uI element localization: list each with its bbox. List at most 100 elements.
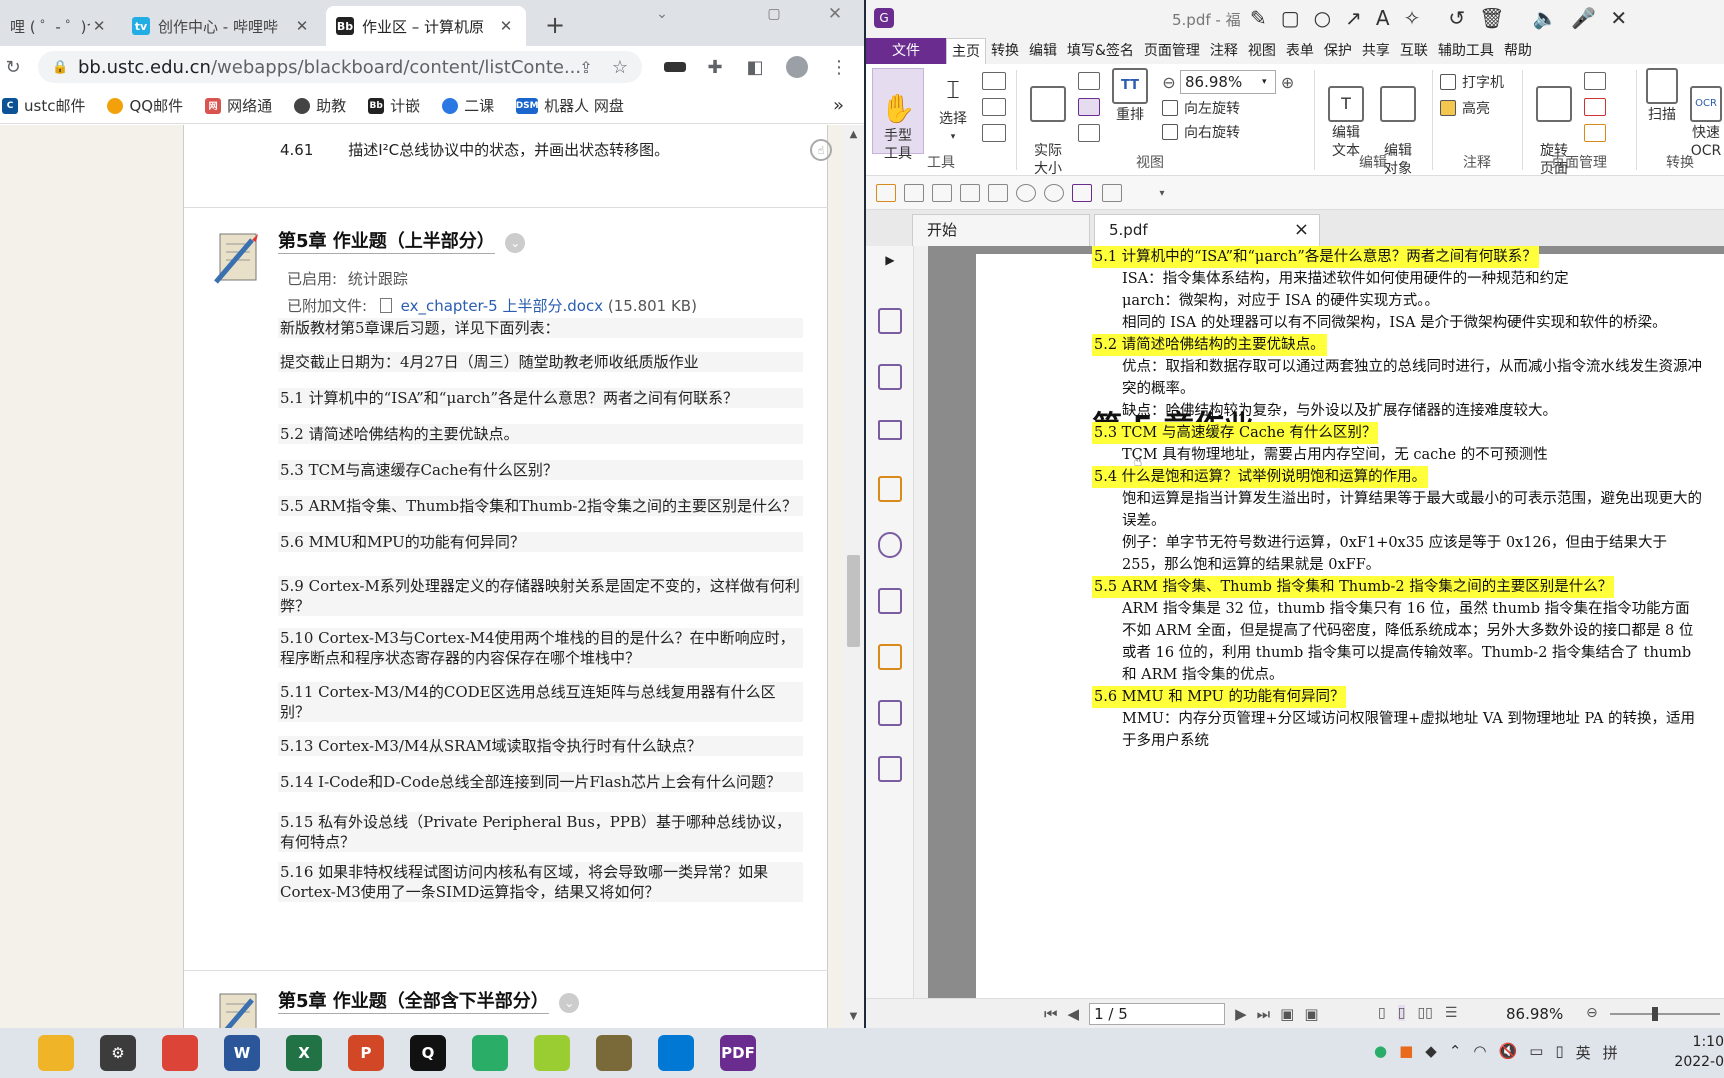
hidden-icons-icon[interactable]: ⌃ [1449, 1042, 1462, 1063]
fill-sign-icon[interactable] [878, 756, 902, 782]
lock-icon[interactable] [878, 644, 902, 670]
attachment-link[interactable]: ex_chapter-5 上半部分.docx [401, 297, 603, 315]
sidepanel-icon[interactable]: ◧ [740, 52, 770, 82]
zoom-out-icon[interactable]: ⊖ [1586, 1005, 1598, 1021]
text-icon[interactable]: A [1376, 6, 1390, 30]
tab-homework[interactable]: Bb 作业区 – 计算机原 ✕ [326, 6, 526, 46]
close-icon[interactable]: ✕ [496, 17, 516, 35]
zoom-slider-thumb[interactable] [1652, 1007, 1658, 1021]
address-bar[interactable]: 🔒 bb.ustc.edu.cn/webapps/blackboard/cont… [38, 51, 642, 83]
rectangle-icon[interactable]: ▢ [1281, 6, 1300, 30]
document-viewer[interactable]: 第 5 章作业 ☝ 5.1 计算机中的“ISA”和“μarch”各是什么意思？两… [914, 246, 1724, 998]
edit-text-button[interactable]: T 编辑 文本 [1322, 68, 1370, 160]
scroll-icon[interactable]: ☰ [1445, 1005, 1458, 1021]
menu-item[interactable]: 编辑 [1024, 38, 1062, 64]
prev-page-icon[interactable]: ◀ [1068, 1005, 1080, 1023]
qq-tray-icon[interactable]: ◆ [1425, 1042, 1437, 1063]
select-button[interactable]: 𝙸 选择 ▾ [930, 70, 976, 146]
delete-page-icon[interactable] [1584, 98, 1606, 116]
pages-icon[interactable] [878, 364, 902, 390]
status-zoom[interactable]: 86.98% [1506, 1005, 1563, 1023]
assignment-title[interactable]: 第5章 作业题（全部含下半部分） [278, 987, 549, 1014]
close-icon[interactable]: ✕ [90, 17, 108, 35]
wechat-icon[interactable] [472, 1035, 508, 1071]
menu-item[interactable]: 填写&签名 [1062, 38, 1139, 64]
pencil-icon[interactable]: ✎ [1250, 6, 1267, 30]
next-page-icon[interactable]: ▶ [1235, 1005, 1247, 1023]
clock[interactable]: 1:10 2022-0 [1660, 1032, 1724, 1072]
microphone-icon[interactable]: 🎤 [1571, 6, 1596, 30]
typewriter-button[interactable]: 打字机 [1440, 72, 1504, 92]
reload-icon[interactable]: ↻ [0, 52, 28, 82]
bookmark-network[interactable]: 网网络通 [205, 95, 272, 116]
star-icon[interactable]: ☆ [608, 55, 632, 79]
bookmark-icon[interactable] [982, 124, 1006, 142]
content-icon[interactable] [878, 700, 902, 726]
rotate-left-button[interactable]: 向左旋转 [1162, 98, 1240, 118]
insert-page-icon[interactable] [1584, 72, 1606, 90]
menu-item[interactable]: 视图 [1243, 38, 1281, 64]
extract-page-icon[interactable] [1584, 124, 1606, 142]
bookmark-second-class[interactable]: 二课 [442, 95, 494, 116]
bookmark-ustc-mail[interactable]: Custc邮件 [2, 95, 85, 116]
close-window-icon[interactable]: ✕ [820, 2, 850, 26]
zoom-out-icon[interactable]: ⊖ [1158, 73, 1180, 92]
menu-item[interactable]: 转换 [986, 38, 1024, 64]
stamp-icon[interactable] [1102, 184, 1122, 202]
chevron-down-icon[interactable]: ▾ [1262, 77, 1267, 87]
quick-ocr-button[interactable]: OCR 快速 OCR [1686, 68, 1724, 160]
first-page-icon[interactable]: ⏮ [1044, 1005, 1058, 1023]
reflow-button[interactable]: TT 重排 [1106, 68, 1154, 124]
restore-icon[interactable]: ▢ [762, 4, 786, 24]
save-icon[interactable] [904, 184, 924, 202]
redo-icon[interactable] [1044, 184, 1064, 202]
expand-panel-icon[interactable]: ▶ [882, 252, 898, 268]
chevron-down-icon[interactable]: ⌄ [559, 993, 580, 1013]
email-icon[interactable] [960, 184, 980, 202]
powerpoint-icon[interactable]: P [348, 1035, 384, 1071]
page-view-alt-icon[interactable]: ▣ [1304, 1005, 1318, 1023]
scrollbar[interactable]: ▲ ▼ [843, 125, 864, 1028]
open-icon[interactable] [876, 184, 896, 202]
file-explorer-icon[interactable] [38, 1035, 74, 1071]
scan-button[interactable]: 扫描 [1642, 68, 1682, 124]
wechat-tray-icon[interactable]: ● [1374, 1042, 1387, 1063]
magic-icon[interactable]: ✧ [1404, 6, 1421, 30]
customize-icon[interactable]: ▾ [1156, 184, 1168, 202]
undo-icon[interactable] [1016, 184, 1036, 202]
signature-icon[interactable] [878, 588, 902, 614]
menu-item[interactable]: 辅助工具 [1433, 38, 1499, 64]
print-icon[interactable] [932, 184, 952, 202]
new-tab-button[interactable]: + [540, 10, 570, 40]
menu-item[interactable]: 保护 [1319, 38, 1357, 64]
new-icon[interactable] [988, 184, 1008, 202]
facing-icon[interactable]: ▯▯ [1417, 1005, 1432, 1021]
fit-page-icon[interactable] [1078, 72, 1100, 90]
rotate-right-button[interactable]: 向右旋转 [1162, 122, 1240, 142]
bookmark-qq-mail[interactable]: QQ邮件 [107, 95, 183, 116]
avatar[interactable] [782, 52, 812, 82]
app-box-icon[interactable] [596, 1035, 632, 1071]
layers-icon[interactable] [878, 420, 902, 440]
single-page-icon[interactable]: ▯ [1378, 1005, 1386, 1021]
zoom-slider[interactable] [1610, 1007, 1720, 1021]
menu-item[interactable]: 页面管理 [1139, 38, 1205, 64]
last-page-icon[interactable]: ⏭ [1257, 1005, 1271, 1023]
volume-muted-icon[interactable]: 🔇 [1499, 1042, 1518, 1063]
foxit-pdf-icon[interactable]: PDF [720, 1035, 756, 1071]
menu-item[interactable]: 文件 [866, 38, 946, 64]
tab-bilibili[interactable]: 哩 ( ゜- ゜)つ ✕ [0, 6, 118, 46]
word-icon[interactable]: W [224, 1035, 260, 1071]
bookmarks-more-button[interactable]: » [833, 95, 844, 116]
menu-item[interactable]: 互联 [1395, 38, 1433, 64]
circle-icon[interactable]: ○ [1314, 6, 1331, 30]
fit-visible-icon[interactable] [1078, 124, 1100, 142]
chrome-icon[interactable] [162, 1035, 198, 1071]
close-tab-icon[interactable]: × [1294, 215, 1309, 245]
tab-5-pdf[interactable]: 5.pdf × [1094, 214, 1320, 246]
speaker-icon[interactable]: 🔈 [1533, 6, 1558, 30]
undo-icon[interactable]: ↺ [1448, 6, 1465, 30]
menu-item[interactable]: 主页 [946, 38, 986, 64]
menu-item[interactable]: 帮助 [1499, 38, 1537, 64]
save-as-icon[interactable] [1072, 184, 1092, 202]
